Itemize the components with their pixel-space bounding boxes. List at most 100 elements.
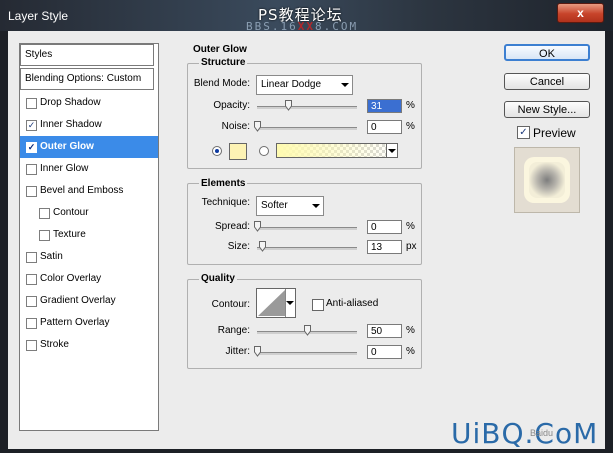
technique-select[interactable]: Softer bbox=[256, 196, 324, 216]
style-item-checkbox[interactable] bbox=[26, 274, 37, 285]
ok-button[interactable]: OK bbox=[504, 44, 590, 61]
style-item-bevel-and-emboss[interactable]: Bevel and Emboss bbox=[20, 180, 158, 202]
style-item-label: Inner Glow bbox=[40, 163, 89, 174]
style-item-satin[interactable]: Satin bbox=[20, 246, 158, 268]
style-item-checkbox[interactable] bbox=[26, 98, 37, 109]
blend-mode-select[interactable]: Linear Dodge bbox=[256, 75, 353, 95]
title-bar: Layer Style PS教程论坛 BBS.16XX8.COM x bbox=[0, 0, 613, 33]
styles-header[interactable]: Styles bbox=[20, 44, 154, 66]
style-item-outer-glow[interactable]: ✓ Outer Glow bbox=[20, 136, 158, 158]
preview-label: Preview bbox=[533, 126, 576, 140]
chevron-down-icon bbox=[388, 149, 396, 153]
quality-title: Quality bbox=[199, 273, 237, 284]
structure-title: Structure bbox=[199, 57, 248, 68]
style-item-drop-shadow[interactable]: Drop Shadow bbox=[20, 92, 158, 114]
style-item-checkbox[interactable]: ✓ bbox=[26, 120, 37, 131]
spread-slider-thumb[interactable] bbox=[254, 221, 261, 232]
jitter-label: Jitter: bbox=[225, 346, 250, 357]
style-item-label: Gradient Overlay bbox=[40, 295, 116, 306]
opacity-slider-thumb[interactable] bbox=[285, 100, 292, 111]
gradient-radio[interactable] bbox=[259, 146, 269, 156]
style-item-label: Inner Shadow bbox=[40, 119, 102, 130]
anti-aliased-label: Anti-aliased bbox=[326, 298, 379, 309]
contour-picker[interactable] bbox=[256, 288, 296, 318]
noise-unit: % bbox=[406, 121, 415, 132]
opacity-unit: % bbox=[406, 100, 415, 111]
blend-mode-label: Blend Mode: bbox=[193, 78, 250, 89]
technique-label: Technique: bbox=[201, 197, 250, 208]
preview-checkbox[interactable]: ✓ bbox=[517, 126, 530, 139]
glow-color-swatch[interactable] bbox=[229, 143, 247, 160]
preview-thumbnail-icon bbox=[524, 157, 570, 203]
contour-dropdown[interactable] bbox=[285, 289, 295, 317]
style-item-checkbox[interactable] bbox=[26, 164, 37, 175]
contour-label: Contour: bbox=[211, 299, 250, 310]
noise-label: Noise: bbox=[221, 121, 250, 132]
gradient-dropdown[interactable] bbox=[386, 144, 397, 157]
glow-gradient-picker[interactable] bbox=[276, 143, 398, 158]
style-item-checkbox[interactable] bbox=[26, 340, 37, 351]
range-slider-thumb[interactable] bbox=[304, 325, 311, 336]
style-item-label: Pattern Overlay bbox=[40, 317, 110, 328]
watermark-small: Baidu bbox=[530, 428, 554, 438]
spread-unit: % bbox=[406, 221, 415, 232]
size-slider-thumb[interactable] bbox=[259, 241, 266, 252]
outer-glow-title: Outer Glow bbox=[193, 44, 247, 55]
window-title: Layer Style bbox=[8, 9, 69, 23]
jitter-unit: % bbox=[406, 346, 415, 357]
style-item-inner-shadow[interactable]: ✓ Inner Shadow bbox=[20, 114, 158, 136]
style-item-checkbox[interactable] bbox=[39, 208, 50, 219]
close-icon: x bbox=[577, 6, 584, 20]
chevron-down-icon bbox=[286, 301, 294, 305]
style-item-stroke[interactable]: Stroke bbox=[20, 334, 158, 356]
anti-aliased-checkbox[interactable] bbox=[312, 299, 324, 311]
style-item-inner-glow[interactable]: Inner Glow bbox=[20, 158, 158, 180]
contour-preview-icon bbox=[258, 290, 285, 316]
opacity-input[interactable]: 31 bbox=[367, 99, 402, 113]
jitter-slider-thumb[interactable] bbox=[254, 346, 261, 357]
range-label: Range: bbox=[217, 325, 250, 336]
noise-input[interactable]: 0 bbox=[367, 120, 402, 134]
noise-slider-thumb[interactable] bbox=[254, 121, 261, 132]
jitter-input[interactable]: 0 bbox=[367, 345, 402, 359]
style-item-checkbox[interactable] bbox=[39, 230, 50, 241]
style-item-pattern-overlay[interactable]: Pattern Overlay bbox=[20, 312, 158, 334]
style-item-checkbox[interactable] bbox=[26, 296, 37, 307]
range-input[interactable]: 50 bbox=[367, 324, 402, 338]
size-input[interactable]: 13 bbox=[367, 240, 402, 254]
close-button[interactable]: x bbox=[557, 3, 604, 23]
jitter-slider-track[interactable] bbox=[257, 352, 357, 355]
style-preview bbox=[514, 147, 580, 213]
style-item-label: Drop Shadow bbox=[40, 97, 101, 108]
opacity-slider-track[interactable] bbox=[257, 106, 357, 109]
style-item-checkbox[interactable] bbox=[26, 318, 37, 329]
spread-input[interactable]: 0 bbox=[367, 220, 402, 234]
chevron-down-icon bbox=[312, 204, 320, 208]
watermark-logo: UiBQ.CoM bbox=[451, 417, 599, 450]
style-item-gradient-overlay[interactable]: Gradient Overlay bbox=[20, 290, 158, 312]
solid-color-radio[interactable] bbox=[212, 146, 222, 156]
size-slider-track[interactable] bbox=[257, 247, 357, 250]
styles-list: Styles Blending Options: Custom Drop Sha… bbox=[19, 43, 159, 431]
blending-options-item[interactable]: Blending Options: Custom bbox=[20, 68, 154, 90]
new-style-button[interactable]: New Style... bbox=[504, 101, 590, 118]
spread-label: Spread: bbox=[214, 221, 250, 232]
style-item-checkbox[interactable]: ✓ bbox=[26, 142, 37, 153]
style-item-label: Satin bbox=[40, 251, 63, 262]
opacity-label: Opacity: bbox=[213, 100, 250, 111]
style-item-label: Texture bbox=[53, 229, 86, 240]
cancel-button[interactable]: Cancel bbox=[504, 73, 590, 90]
size-unit: px bbox=[406, 241, 417, 252]
noise-slider-track[interactable] bbox=[257, 127, 357, 130]
elements-title: Elements bbox=[199, 178, 248, 189]
style-item-contour[interactable]: Contour bbox=[20, 202, 158, 224]
size-label: Size: bbox=[227, 241, 250, 252]
style-item-color-overlay[interactable]: Color Overlay bbox=[20, 268, 158, 290]
style-item-texture[interactable]: Texture bbox=[20, 224, 158, 246]
style-item-label: Stroke bbox=[40, 339, 69, 350]
spread-slider-track[interactable] bbox=[257, 227, 357, 230]
style-item-label: Outer Glow bbox=[40, 141, 94, 152]
style-item-checkbox[interactable] bbox=[26, 252, 37, 263]
style-item-label: Bevel and Emboss bbox=[40, 185, 124, 196]
style-item-checkbox[interactable] bbox=[26, 186, 37, 197]
